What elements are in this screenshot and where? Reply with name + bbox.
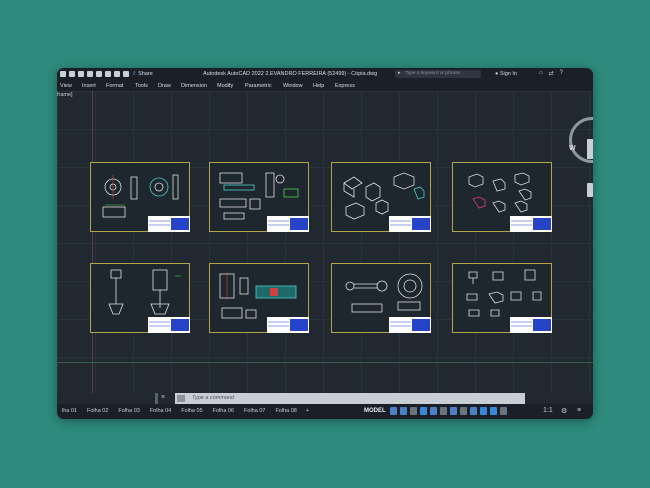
share-button[interactable]: Share bbox=[132, 71, 153, 77]
menu-item-format[interactable]: Format bbox=[106, 83, 123, 89]
layout-tabs: lha 01 Folha 02 Folha 03 Folha 04 Folha … bbox=[57, 407, 313, 415]
menu-bar: View Insert Format Tools Draw Dimension … bbox=[57, 81, 593, 91]
sheet-4-drawing bbox=[468, 172, 552, 232]
drawing-sheet-6[interactable] bbox=[209, 263, 309, 333]
command-line[interactable]: × Type a command bbox=[155, 393, 525, 404]
menu-item-modify[interactable]: Modify bbox=[217, 83, 233, 89]
tab-folha-03[interactable]: Folha 03 bbox=[113, 407, 144, 415]
customization-icon[interactable]: ≡ bbox=[577, 407, 581, 414]
save-icon[interactable] bbox=[87, 71, 93, 77]
osnap-icon[interactable] bbox=[450, 407, 457, 415]
viewcube-west-label[interactable]: W bbox=[569, 145, 576, 152]
drawing-sheet-2[interactable] bbox=[209, 162, 309, 232]
status-bar: lha 01 Folha 02 Folha 03 Folha 04 Folha … bbox=[57, 404, 593, 419]
y-axis-line bbox=[92, 91, 93, 393]
drawing-sheet-7[interactable] bbox=[331, 263, 431, 333]
infer-icon[interactable] bbox=[410, 407, 417, 415]
exchange-icon[interactable]: ⇄ bbox=[549, 70, 554, 77]
sheet-2-drawing bbox=[219, 172, 309, 232]
selection-cycling-icon[interactable] bbox=[480, 407, 487, 415]
status-toggles bbox=[390, 407, 507, 415]
drawing-sheet-8[interactable] bbox=[452, 263, 552, 333]
viewport-label[interactable]: frame] bbox=[57, 92, 73, 98]
drawing-sheet-3[interactable] bbox=[331, 162, 431, 232]
command-icon[interactable] bbox=[177, 395, 185, 402]
undo-icon[interactable] bbox=[114, 71, 120, 77]
snap-icon[interactable] bbox=[400, 407, 407, 415]
annotation-scale-icon[interactable] bbox=[500, 407, 507, 415]
menu-item-insert[interactable]: Insert bbox=[82, 83, 96, 89]
sheet-1-drawing bbox=[102, 174, 190, 232]
close-icon[interactable]: × bbox=[161, 394, 165, 401]
tab-folha-02[interactable]: Folha 02 bbox=[82, 407, 113, 415]
search-input[interactable]: Type a keyword or phrase bbox=[395, 70, 481, 78]
sheet-5-drawing bbox=[108, 269, 190, 333]
quick-access-toolbar: Share bbox=[60, 71, 153, 77]
menu-item-draw[interactable]: Draw bbox=[158, 83, 171, 89]
drawing-sheet-5[interactable] bbox=[90, 263, 190, 333]
cart-icon[interactable]: ⌂ bbox=[539, 70, 543, 77]
lineweight-icon[interactable] bbox=[460, 407, 467, 415]
polar-icon[interactable] bbox=[430, 407, 437, 415]
tab-folha-05[interactable]: Folha 05 bbox=[176, 407, 207, 415]
annotation-icon[interactable] bbox=[490, 407, 497, 415]
transparency-icon[interactable] bbox=[470, 407, 477, 415]
drawing-viewport[interactable]: frame] W bbox=[57, 91, 593, 393]
title-bar: Share Autodesk AutoCAD 2022 2.EVANDRO FE… bbox=[57, 68, 593, 81]
ortho-icon[interactable] bbox=[420, 407, 427, 415]
x-axis-line bbox=[57, 362, 593, 363]
save-as-icon[interactable] bbox=[96, 71, 102, 77]
window-title: Autodesk AutoCAD 2022 2.EVANDRO FERREIRA… bbox=[203, 71, 378, 77]
help-icon[interactable]: ? bbox=[560, 70, 563, 77]
print-icon[interactable] bbox=[105, 71, 111, 77]
menu-item-window[interactable]: Window bbox=[283, 83, 303, 89]
viewcube-cube-icon[interactable] bbox=[587, 139, 593, 159]
menu-item-tools[interactable]: Tools bbox=[135, 83, 148, 89]
drawing-sheet-4[interactable] bbox=[452, 162, 552, 232]
command-line-grip[interactable] bbox=[155, 393, 158, 404]
menu-item-view[interactable]: View bbox=[60, 83, 72, 89]
sheet-7-drawing bbox=[345, 273, 431, 333]
isodraft-icon[interactable] bbox=[440, 407, 447, 415]
tab-folha-04[interactable]: Folha 04 bbox=[145, 407, 176, 415]
menu-item-dimension[interactable]: Dimension bbox=[181, 83, 207, 89]
navigation-bar[interactable] bbox=[587, 183, 593, 197]
tab-folha-06[interactable]: Folha 06 bbox=[208, 407, 239, 415]
add-layout-button[interactable]: + bbox=[302, 407, 313, 415]
app-menu-icon[interactable] bbox=[60, 71, 66, 77]
tab-folha-08[interactable]: Folha 08 bbox=[270, 407, 301, 415]
sign-in-button[interactable]: Sign In bbox=[495, 71, 517, 77]
sheet-8-drawing bbox=[466, 269, 552, 333]
menu-item-express[interactable]: Express bbox=[335, 83, 355, 89]
menu-item-help[interactable]: Help bbox=[313, 83, 324, 89]
sheet-6-drawing bbox=[219, 272, 309, 333]
grid-icon[interactable] bbox=[390, 407, 397, 415]
model-space-toggle[interactable]: MODEL bbox=[364, 408, 386, 414]
scale-readout[interactable]: 1:1 bbox=[543, 407, 553, 414]
gear-icon[interactable]: ⚙ bbox=[561, 407, 567, 415]
tab-folha-07[interactable]: Folha 07 bbox=[239, 407, 270, 415]
drawing-sheet-1[interactable] bbox=[90, 162, 190, 232]
sheet-3-drawing bbox=[343, 172, 431, 232]
title-right-icons: ⌂ ⇄ ? bbox=[539, 70, 563, 77]
redo-icon[interactable] bbox=[123, 71, 129, 77]
autocad-window: Share Autodesk AutoCAD 2022 2.EVANDRO FE… bbox=[57, 68, 593, 419]
new-file-icon[interactable] bbox=[69, 71, 75, 77]
tab-folha-01[interactable]: lha 01 bbox=[57, 407, 82, 415]
menu-item-parametric[interactable]: Parametric bbox=[245, 83, 272, 89]
open-file-icon[interactable] bbox=[78, 71, 84, 77]
command-input[interactable]: Type a command bbox=[192, 395, 234, 401]
